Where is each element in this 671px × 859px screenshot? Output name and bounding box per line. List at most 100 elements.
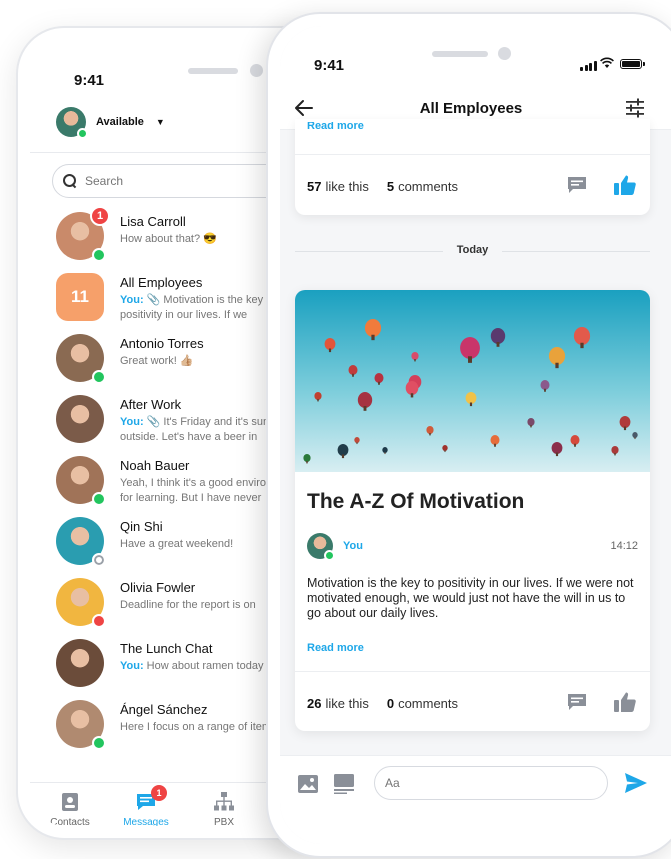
preview-text: Here I focus on a range of items [120,721,277,733]
presence-status-dot [92,492,106,506]
conversation-name: Lisa Carroll [120,214,186,229]
messages-badge: 1 [151,785,167,801]
avatar [56,456,106,506]
preview-text: 📎 Motivation is the key to positivity in… [120,294,276,321]
conversation-name: After Work [120,397,182,412]
preview-text: Have a great weekend! [120,538,234,550]
likes-count: 26 [307,696,322,711]
chevron-down-icon: ▼ [155,117,165,127]
likes-count: 57 [307,179,322,194]
preview-text: 📎 It's Friday and it's sunny outside. Le… [120,416,281,443]
wifi-icon [600,57,614,68]
previous-post-card: Read more 57 like this 5 comments [295,119,650,215]
avatar-image [56,639,104,687]
camera-dot [498,47,511,60]
unread-badge: 1 [90,206,110,226]
settings-sliders-icon[interactable] [624,97,646,119]
conversation-name: Antonio Torres [120,336,204,351]
conversation-name: Qin Shi [120,519,163,534]
thumbs-up-icon[interactable] [613,174,637,196]
read-more-link[interactable]: Read more [307,642,364,654]
availability-label: Available [96,116,144,128]
avatar: 11 [56,273,104,321]
status-time: 9:41 [74,72,105,89]
presence-status-dot [92,614,106,628]
preview-text: How about ramen today [143,660,264,672]
conversation-name: The Lunch Chat [120,641,213,656]
comments-count: 5 [386,179,395,194]
speaker-grill [188,68,238,74]
presence-status-dot [92,370,106,384]
camera-dot [250,64,263,77]
speaker-grill [432,51,488,57]
conversation-name: All Employees [120,275,203,290]
post-hero-image [295,290,650,472]
divider [295,671,650,672]
bottom-safe-area [280,817,671,844]
post-body: Motivation is the key to positivity in o… [307,576,634,620]
presence-status-dot [92,736,106,750]
comments-label: comments [398,179,459,194]
marketing-mockup: 9:41 Available ▼ 1 Lisa Carroll How about … [0,0,671,859]
post-author-row: You 14:12 [307,533,638,561]
page-title: All Employees [419,100,523,117]
reaction-stats: 57 like this 5 comments [307,179,458,194]
image-attach-icon[interactable] [298,775,318,793]
messages-icon: 1 [135,785,167,813]
comment-icon[interactable] [567,176,587,194]
preview-text: Great work! 👍🏼 [120,355,194,367]
reaction-stats: 26 like this 0 comments [307,696,458,711]
avatar: 1 [56,206,110,262]
tab-label: Contacts [50,817,90,826]
likes-label: like this [325,696,369,711]
comments-label: comments [398,696,459,711]
send-icon[interactable] [624,772,648,794]
phone-front: 9:41 All Employees Read more 57 like thi… [266,12,671,858]
tab-contacts[interactable]: Contacts [40,791,100,826]
tab-messages[interactable]: 1 Messages [116,785,176,826]
status-time: 9:41 [314,57,345,74]
online-status-dot [77,128,88,139]
day-separator-label: Today [280,244,665,256]
preview-text: Deadline for the report is on [120,599,256,611]
post-editor-icon[interactable] [334,774,354,794]
group-feed-screen: 9:41 All Employees Read more 57 like thi… [280,26,671,844]
battery-icon [620,59,645,69]
own-avatar [56,107,88,139]
author-name[interactable]: You [343,540,363,552]
search-icon [63,174,77,188]
tab-label: PBX [213,817,234,826]
conversation-name: Olivia Fowler [120,580,196,595]
comment-icon[interactable] [567,693,587,711]
author-avatar [307,533,335,561]
post-timestamp: 14:12 [610,540,638,552]
post-title: The A-Z Of Motivation [307,490,525,513]
conversation-name: Noah Bauer [120,458,190,473]
divider [295,154,650,155]
pbx-hierarchy-icon [213,791,235,813]
contacts-icon [59,791,81,813]
thumbs-up-icon[interactable] [613,691,637,713]
status-bar: 9:41 [280,26,671,86]
presence-status-dot [92,553,106,567]
tab-label: Messages [123,817,169,826]
comments-count: 0 [386,696,395,711]
conversation-name: Ángel Sánchez [120,702,208,717]
online-status-dot [324,550,335,561]
sender-you-label: You: [120,660,144,672]
post-card: The A-Z Of Motivation You 14:12 Motivati… [295,290,650,731]
group-member-count: 11 [71,287,89,306]
availability-selector[interactable]: Available ▼ [56,107,165,139]
avatar [56,334,106,384]
avatar [56,517,106,567]
avatar [56,395,104,443]
message-input[interactable] [374,766,608,800]
message-composer [280,755,671,817]
likes-label: like this [325,179,369,194]
avatar [56,700,106,750]
sender-you-label: You: [120,294,144,306]
avatar [56,639,104,687]
presence-status-dot [92,248,106,262]
tab-pbx[interactable]: PBX [194,791,254,826]
read-more-link[interactable]: Read more [307,122,364,130]
